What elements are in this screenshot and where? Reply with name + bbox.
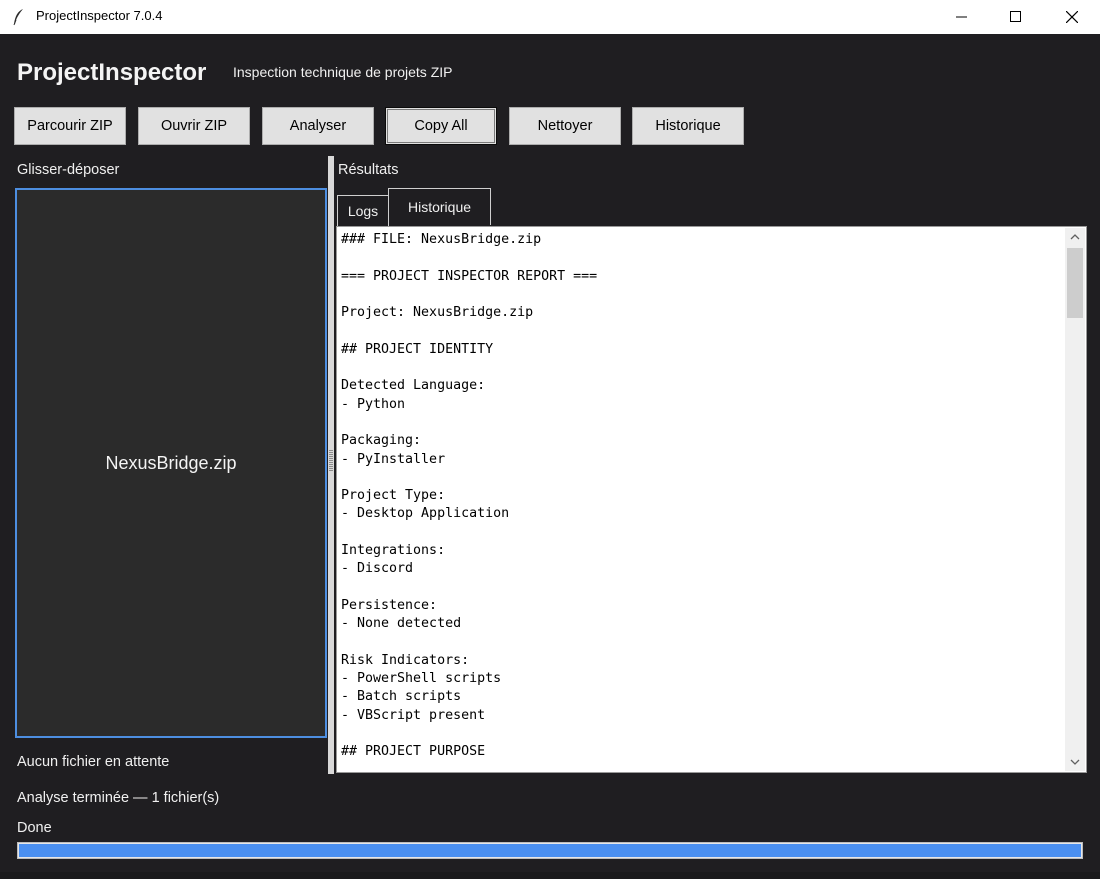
scroll-down-icon[interactable] [1065, 753, 1085, 771]
clean-button[interactable]: Nettoyer [509, 107, 621, 145]
app-heading: ProjectInspector [17, 59, 207, 86]
log-output[interactable]: ### FILE: NexusBridge.zip === PROJECT IN… [336, 226, 1087, 773]
results-label: Résultats [338, 162, 399, 178]
close-button[interactable] [1044, 0, 1100, 34]
main-window: ProjectInspector Inspection technique de… [0, 34, 1100, 879]
window-title: ProjectInspector 7.0.4 [36, 8, 163, 23]
drop-zone[interactable]: NexusBridge.zip [15, 188, 327, 738]
dropzone-label: Glisser-déposer [17, 162, 120, 178]
pane-splitter[interactable] [328, 156, 334, 774]
status-text: Done [17, 820, 52, 836]
title-bar: ProjectInspector 7.0.4 [0, 0, 1100, 34]
minimize-icon [956, 16, 967, 18]
copy-all-button[interactable]: Copy All [385, 107, 497, 145]
splitter-grip-icon [329, 449, 333, 471]
maximize-button[interactable] [988, 0, 1044, 34]
app-subtitle: Inspection technique de projets ZIP [233, 64, 453, 80]
history-button[interactable]: Historique [632, 107, 744, 145]
maximize-icon [1010, 11, 1021, 22]
close-icon [1066, 11, 1078, 23]
dropzone-filename: NexusBridge.zip [105, 452, 237, 473]
browse-zip-button[interactable]: Parcourir ZIP [14, 107, 126, 145]
tab-logs[interactable]: Logs [337, 195, 389, 226]
scroll-thumb[interactable] [1067, 248, 1083, 318]
tab-historique[interactable]: Historique [388, 188, 491, 225]
minimize-button[interactable] [934, 0, 990, 34]
open-zip-button[interactable]: Ouvrir ZIP [138, 107, 250, 145]
progress-bar [17, 842, 1083, 859]
analyze-button[interactable]: Analyser [262, 107, 374, 145]
scroll-up-icon[interactable] [1065, 228, 1085, 246]
progress-fill [19, 844, 1081, 857]
queue-status: Aucun fichier en attente [17, 754, 170, 770]
analysis-status: Analyse terminée — 1 fichier(s) [17, 790, 220, 806]
log-scrollbar[interactable] [1065, 228, 1085, 771]
log-text: ### FILE: NexusBridge.zip === PROJECT IN… [341, 232, 598, 760]
feather-icon [13, 9, 23, 26]
window-bottom-edge [0, 872, 1100, 879]
